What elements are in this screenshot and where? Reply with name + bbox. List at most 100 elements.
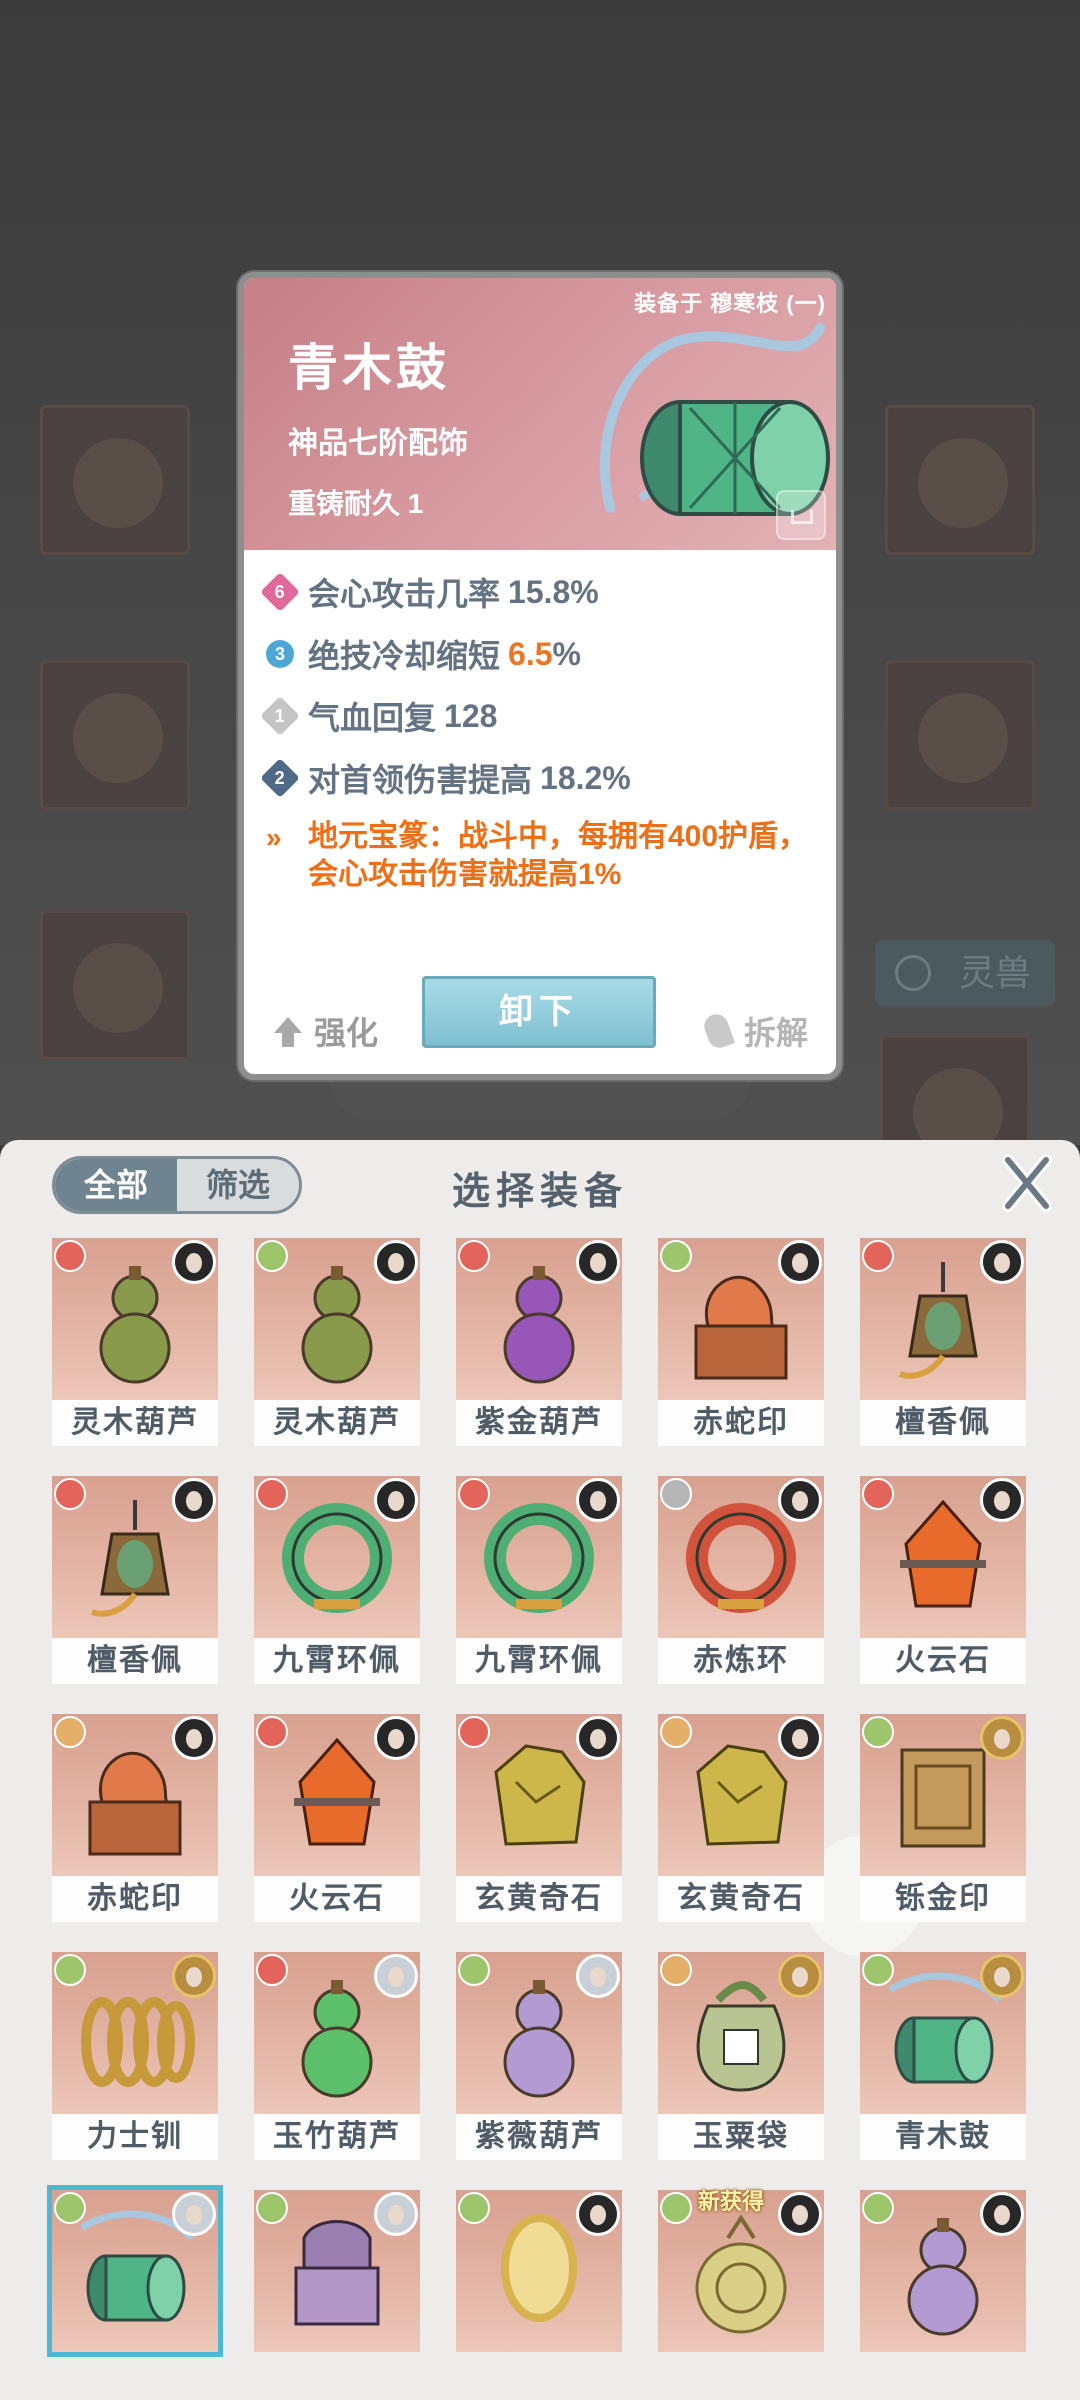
equipment-tile xyxy=(658,1476,824,1638)
hero-avatar xyxy=(374,1716,418,1760)
element-icon xyxy=(256,1240,288,1272)
element-icon xyxy=(458,1716,490,1748)
equipment-slot[interactable]: 力士钏 xyxy=(52,1952,218,2162)
dismantle-button[interactable]: 拆解 xyxy=(700,1008,808,1054)
equipment-slot[interactable]: 九霄环佩 xyxy=(254,1476,420,1686)
double-chevron-icon: » xyxy=(266,822,282,853)
equipment-tile xyxy=(254,2190,420,2352)
equipment-tile: 新获得 xyxy=(658,2189,824,2352)
equipment-slot[interactable] xyxy=(52,2190,218,2400)
equipment-slot[interactable]: 火云石 xyxy=(860,1476,1026,1686)
stat-row: 2 对首领伤害提高 18.2% xyxy=(260,756,631,800)
equipment-select-panel: 全部 筛选 选择装备 灵木葫芦 灵木葫芦 紫金葫芦 赤蛇印 檀香佩 檀香佩 九霄环佩 九霄环佩… xyxy=(0,1140,1080,2400)
unequip-button[interactable]: 卸下 xyxy=(422,976,656,1048)
hero-avatar xyxy=(172,1478,216,1522)
stat-label: 绝技冷却缩短 xyxy=(308,638,501,674)
hero-avatar xyxy=(778,1954,822,1998)
element-icon xyxy=(862,1478,894,1510)
element-icon xyxy=(54,1478,86,1510)
spirit-beast-tab: 灵兽 xyxy=(875,940,1055,1006)
hero-avatar xyxy=(172,1716,216,1760)
equipment-slot[interactable]: 赤蛇印 xyxy=(658,1238,824,1448)
equipment-tile xyxy=(52,1952,218,2114)
equipment-tile xyxy=(52,1714,218,1876)
element-icon xyxy=(256,2192,288,2224)
equipment-slot[interactable]: 九霄环佩 xyxy=(456,1476,622,1686)
hero-avatar xyxy=(980,1478,1024,1522)
equipment-slot[interactable]: 玉竹葫芦 xyxy=(254,1952,420,2162)
equipment-name: 赤蛇印 xyxy=(52,1876,218,1922)
enhance-label: 强化 xyxy=(314,1015,379,1051)
bg-equip-slot xyxy=(40,405,190,555)
water-drop-rank-icon: 3 xyxy=(266,640,294,668)
share-icon[interactable] xyxy=(776,490,826,540)
card-header: 装备于 穆寒枝 (一) 青木鼓 神品七阶配饰 重铸耐久 1 xyxy=(244,278,836,550)
equipment-tile xyxy=(254,1714,420,1876)
element-icon xyxy=(660,1954,692,1986)
equipment-name: 青木鼓 xyxy=(860,2114,1026,2160)
item-grade: 神品七阶配饰 xyxy=(288,427,468,460)
equipment-tile xyxy=(456,1476,622,1638)
equipment-slot[interactable]: 紫金葫芦 xyxy=(456,1238,622,1448)
equipment-slot[interactable] xyxy=(254,2190,420,2400)
equipment-name: 玉粟袋 xyxy=(658,2114,824,2160)
new-acquired-tag: 新获得 xyxy=(698,2189,765,2214)
hero-avatar xyxy=(172,1240,216,1284)
equipment-name: 紫金葫芦 xyxy=(456,1400,622,1446)
panel-title: 选择装备 xyxy=(451,1171,628,1213)
equipment-slot[interactable] xyxy=(860,2190,1026,2400)
equipment-name: 九霄环佩 xyxy=(456,1638,622,1684)
hero-avatar xyxy=(172,2192,216,2236)
hero-avatar xyxy=(374,2192,418,2236)
hero-avatar xyxy=(576,1478,620,1522)
element-icon xyxy=(54,1954,86,1986)
close-icon[interactable] xyxy=(1002,1154,1052,1212)
equipment-slot[interactable] xyxy=(456,2190,622,2400)
element-icon xyxy=(660,1716,692,1748)
equipment-slot[interactable]: 玄黄奇石 xyxy=(456,1714,622,1924)
stat-value: 128 xyxy=(444,697,498,734)
equipment-tile xyxy=(658,1238,824,1400)
hero-avatar xyxy=(980,1716,1024,1760)
equipment-slot[interactable]: 檀香佩 xyxy=(52,1476,218,1686)
element-icon xyxy=(660,2192,692,2224)
equipment-name: 灵木葫芦 xyxy=(254,1400,420,1446)
hero-avatar xyxy=(980,2192,1024,2236)
equipment-slot[interactable]: 赤蛇印 xyxy=(52,1714,218,1924)
equipment-slot[interactable]: 紫薇葫芦 xyxy=(456,1952,622,2162)
enhance-button[interactable]: 强化 xyxy=(274,1008,378,1054)
element-icon xyxy=(54,1240,86,1272)
equipment-tile xyxy=(254,1238,420,1400)
element-icon xyxy=(256,1716,288,1748)
equipment-slot[interactable]: 檀香佩 xyxy=(860,1238,1026,1448)
equipment-name: 赤炼环 xyxy=(658,1638,824,1684)
equipment-tile xyxy=(52,1238,218,1400)
stat-value: 6.5 xyxy=(508,635,553,672)
equipment-tile xyxy=(860,2190,1026,2352)
set-bonus-text: 地元宝篆：战斗中，每拥有400护盾，会心攻击伤害就提高1% xyxy=(308,820,809,891)
equipment-slot[interactable]: 玄黄奇石 xyxy=(658,1714,824,1924)
hero-avatar xyxy=(172,1954,216,1998)
element-icon xyxy=(54,2192,86,2224)
equipment-slot[interactable]: 火云石 xyxy=(254,1714,420,1924)
hero-avatar xyxy=(374,1240,418,1284)
equipment-slot[interactable]: 灵木葫芦 xyxy=(254,1238,420,1448)
equipment-name: 玄黄奇石 xyxy=(456,1876,622,1922)
equipment-tile xyxy=(860,1238,1026,1400)
equipment-name: 紫薇葫芦 xyxy=(456,2114,622,2160)
diamond-rank-icon: 1 xyxy=(260,696,300,736)
equipment-slot[interactable]: 玉粟袋 xyxy=(658,1952,824,2162)
equipment-slot[interactable]: 灵木葫芦 xyxy=(52,1238,218,1448)
equipment-slot[interactable]: 铄金印 xyxy=(860,1714,1026,1924)
equipment-slot[interactable]: 赤炼环 xyxy=(658,1476,824,1686)
dismantle-label: 拆解 xyxy=(743,1015,808,1051)
equipment-slot[interactable]: 青木鼓 xyxy=(860,1952,1026,2162)
equipment-tile xyxy=(658,1952,824,2114)
equipment-slot[interactable]: 新获得 xyxy=(658,2189,824,2400)
stat-value: 15.8% xyxy=(508,573,599,610)
equipment-name: 灵木葫芦 xyxy=(52,1400,218,1446)
bg-equip-slot xyxy=(40,910,190,1060)
element-icon xyxy=(256,1478,288,1510)
element-icon xyxy=(458,2192,490,2224)
hero-avatar xyxy=(374,1954,418,1998)
